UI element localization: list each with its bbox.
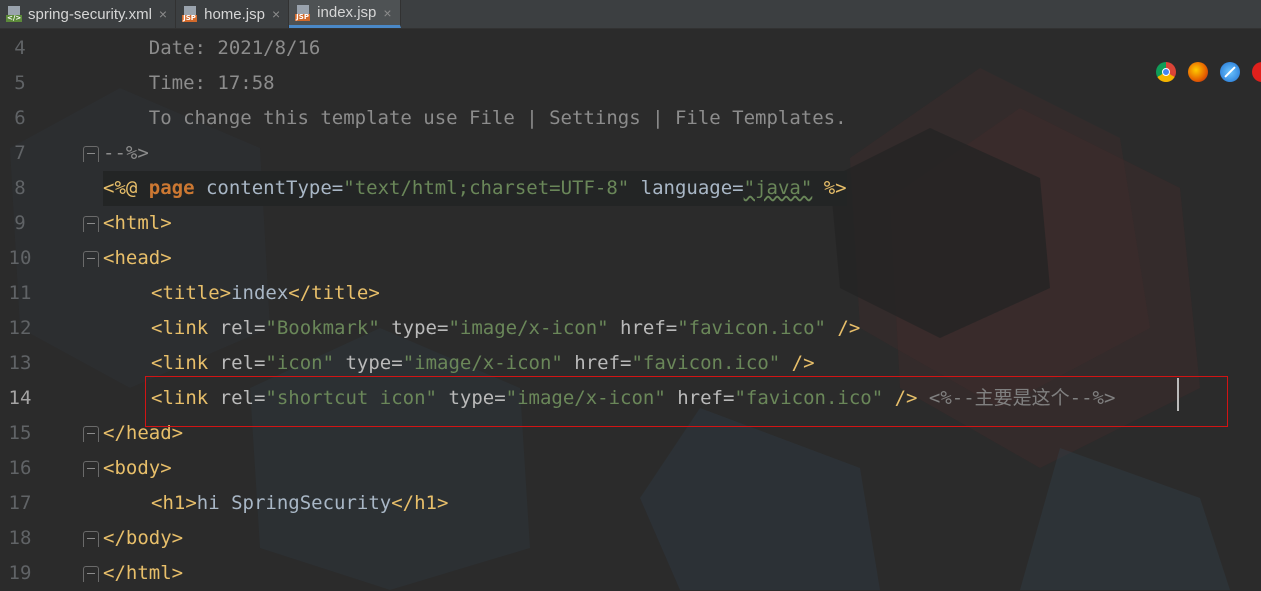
tab-spring-security-xml[interactable]: </> spring-security.xml × [0,0,177,28]
code-text: Time: 17:58 [103,72,275,94]
code-text: <title>index</title> [151,282,380,304]
code-line: 10 <head> [0,241,1261,276]
code-line: 4 Date: 2021/8/16 [0,31,1261,66]
code-line: 12 <link rel="Bookmark" type="image/x-ic… [0,311,1261,346]
code-text: To change this template use File | Setti… [103,107,847,129]
close-icon[interactable]: × [383,5,391,21]
code-line: 9 <html> [0,206,1261,241]
code-line: 8 <%@ page contentType="text/html;charse… [0,171,1261,206]
fold-marker-icon[interactable] [83,216,99,232]
close-icon[interactable]: × [272,6,280,22]
code-line: 7 --%> [0,136,1261,171]
chrome-icon[interactable] [1156,62,1176,82]
line-number: 18 [8,527,32,549]
code-text: <link rel="Bookmark" type="image/x-icon"… [151,317,861,339]
code-editor[interactable]: 4 Date: 2021/8/16 5 Time: 17:58 6 To cha… [0,31,1261,591]
fold-marker-icon[interactable] [83,531,99,547]
line-number: 15 [8,422,32,444]
code-text: <html> [103,212,172,234]
fold-marker-icon[interactable] [83,461,99,477]
opera-icon[interactable] [1252,62,1261,82]
editor-tab-bar: </> spring-security.xml × JSP home.jsp ×… [0,0,1261,29]
code-line: 5 Time: 17:58 [0,66,1261,101]
line-number: 13 [8,352,32,374]
line-number: 14 [8,387,32,409]
line-number: 11 [8,282,32,304]
annotation-highlight-box [145,376,1228,427]
code-text: </body> [103,527,184,549]
page-directive: <%@ page contentType="text/html;charset=… [103,171,847,206]
code-text: --%> [103,142,149,164]
close-icon[interactable]: × [159,6,167,22]
tab-label: index.jsp [317,4,377,21]
jsp-file-icon: JSP [295,4,311,21]
code-line: 17 <h1>hi SpringSecurity</h1> [0,486,1261,521]
code-line: 16 <body> [0,451,1261,486]
safari-icon[interactable] [1220,62,1240,82]
fold-marker-icon[interactable] [83,566,99,582]
line-number: 17 [8,492,32,514]
text-caret [1177,378,1179,411]
line-number: 7 [14,142,26,164]
line-number: 16 [8,457,32,479]
code-line: 11 <title>index</title> [0,276,1261,311]
fold-marker-icon[interactable] [83,426,99,442]
code-text: <h1>hi SpringSecurity</h1> [151,492,449,514]
line-number: 19 [8,562,32,584]
line-number: 12 [8,317,32,339]
line-number: 6 [14,107,26,129]
line-number: 5 [14,72,26,94]
jsp-file-icon: JSP [182,6,198,22]
line-number: 10 [8,247,32,269]
xml-file-icon: </> [6,6,23,22]
firefox-icon[interactable] [1188,62,1208,82]
code-text: <body> [103,457,172,479]
code-line: 18 </body> [0,521,1261,556]
code-line: 6 To change this template use File | Set… [0,101,1261,136]
tab-home-jsp[interactable]: JSP home.jsp × [176,0,290,28]
tab-label: home.jsp [204,5,265,23]
line-number: 8 [14,177,26,199]
tab-label: spring-security.xml [28,5,152,23]
code-line: 19 </html> [0,556,1261,591]
browser-preview-icons [1156,62,1261,82]
code-text: <head> [103,247,172,269]
code-text: </html> [103,562,184,584]
tab-index-jsp[interactable]: JSP index.jsp × [289,0,401,28]
fold-marker-icon[interactable] [83,146,99,162]
code-text: Date: 2021/8/16 [103,37,321,59]
line-number: 9 [14,212,26,234]
line-number: 4 [14,37,26,59]
fold-marker-icon[interactable] [83,251,99,267]
